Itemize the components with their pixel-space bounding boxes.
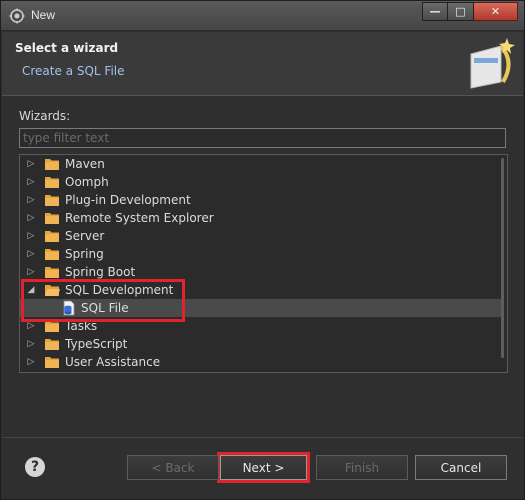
next-button-label: Next > (242, 460, 285, 475)
tree-item-label: Server (65, 229, 105, 243)
folder-icon (45, 213, 59, 224)
wizard-tree[interactable]: ▷ Maven ▷ Oomph ▷ Plug-in Development ▷ … (19, 154, 508, 373)
folder-icon (45, 339, 59, 350)
chevron-down-icon[interactable]: ◢ (24, 281, 38, 299)
tree-item-label: SQL File (81, 301, 129, 315)
chevron-right-icon[interactable]: ▷ (24, 335, 38, 353)
cancel-button-label: Cancel (440, 460, 482, 475)
cancel-button[interactable]: Cancel (415, 455, 507, 480)
tree-scrollbar-thumb[interactable] (501, 158, 504, 358)
folder-icon (45, 249, 59, 260)
folder-icon (45, 357, 59, 368)
minimize-button[interactable]: — (422, 2, 448, 21)
tree-item-plugin-development[interactable]: ▷ Plug-in Development (20, 191, 501, 209)
folder-icon (45, 231, 59, 242)
back-button[interactable]: < Back (127, 455, 219, 480)
tree-item-label: Plug-in Development (65, 193, 191, 207)
folder-icon (45, 321, 59, 332)
chevron-right-icon[interactable]: ▷ (24, 245, 38, 263)
tree-item-remote-system-explorer[interactable]: ▷ Remote System Explorer (20, 209, 501, 227)
folder-icon (45, 285, 60, 296)
folder-icon (45, 267, 59, 278)
window-title: New (31, 8, 56, 22)
sql-file-icon (63, 300, 75, 316)
tree-item-spring-boot[interactable]: ▷ Spring Boot (20, 263, 501, 281)
tree-item-user-assistance[interactable]: ▷ User Assistance (20, 353, 501, 371)
maximize-icon: □ (455, 5, 466, 18)
eclipse-app-icon (9, 8, 25, 24)
tree-item-label: Spring Boot (65, 265, 136, 279)
tree-item-label: SQL Development (65, 283, 174, 297)
tree-item-label: Maven (65, 157, 105, 171)
close-icon: ✕ (490, 5, 501, 18)
chevron-right-icon[interactable]: ▷ (24, 173, 38, 191)
folder-icon (45, 195, 59, 206)
tree-item-label: Oomph (65, 175, 109, 189)
tree-item-sql-file[interactable]: SQL File (20, 299, 501, 317)
tree-item-label: Tasks (65, 319, 98, 333)
chevron-right-icon[interactable]: ▷ (24, 317, 38, 335)
wizard-title: Select a wizard (15, 41, 119, 55)
next-button[interactable]: Next > (220, 455, 307, 480)
close-button[interactable]: ✕ (474, 2, 518, 21)
chevron-right-icon[interactable]: ▷ (24, 227, 38, 245)
folder-icon (45, 159, 59, 170)
tree-item-typescript[interactable]: ▷ TypeScript (20, 335, 501, 353)
finish-button[interactable]: Finish (316, 455, 408, 480)
chevron-right-icon[interactable]: ▷ (24, 263, 38, 281)
filter-input[interactable] (19, 128, 506, 148)
chevron-right-icon[interactable]: ▷ (24, 191, 38, 209)
tree-item-oomph[interactable]: ▷ Oomph (20, 173, 501, 191)
title-bar[interactable]: New — □ ✕ (1, 1, 524, 31)
tree-item-spring[interactable]: ▷ Spring (20, 245, 501, 263)
help-icon: ? (30, 459, 40, 475)
tree-item-server[interactable]: ▷ Server (20, 227, 501, 245)
wizard-subtitle: Create a SQL File (22, 64, 125, 78)
tree-item-maven[interactable]: ▷ Maven (20, 155, 501, 173)
new-wizard-banner-icon (470, 38, 515, 89)
chevron-right-icon[interactable]: ▷ (24, 209, 38, 227)
window-controls: — □ ✕ (422, 2, 518, 21)
tree-item-sql-development[interactable]: ◢ SQL Development (20, 281, 501, 299)
chevron-right-icon[interactable]: ▷ (24, 353, 38, 371)
back-button-label: < Back (151, 460, 195, 475)
wizards-label: Wizards: (19, 109, 71, 123)
new-wizard-dialog: New — □ ✕ Select a wizard Create a SQL F… (0, 0, 525, 500)
tree-item-label: User Assistance (65, 355, 161, 369)
finish-button-label: Finish (344, 460, 380, 475)
maximize-button[interactable]: □ (448, 2, 474, 21)
help-button[interactable]: ? (25, 457, 45, 477)
tree-item-label: Spring (65, 247, 104, 261)
chevron-right-icon[interactable]: ▷ (24, 155, 38, 173)
folder-icon (45, 177, 59, 188)
wizard-header: Select a wizard Create a SQL File (2, 32, 523, 96)
tree-item-label: Remote System Explorer (65, 211, 214, 225)
minimize-icon: — (429, 5, 441, 18)
tree-item-tasks[interactable]: ▷ Tasks (20, 317, 501, 335)
footer-separator (2, 437, 523, 438)
tree-item-label: TypeScript (65, 337, 128, 351)
